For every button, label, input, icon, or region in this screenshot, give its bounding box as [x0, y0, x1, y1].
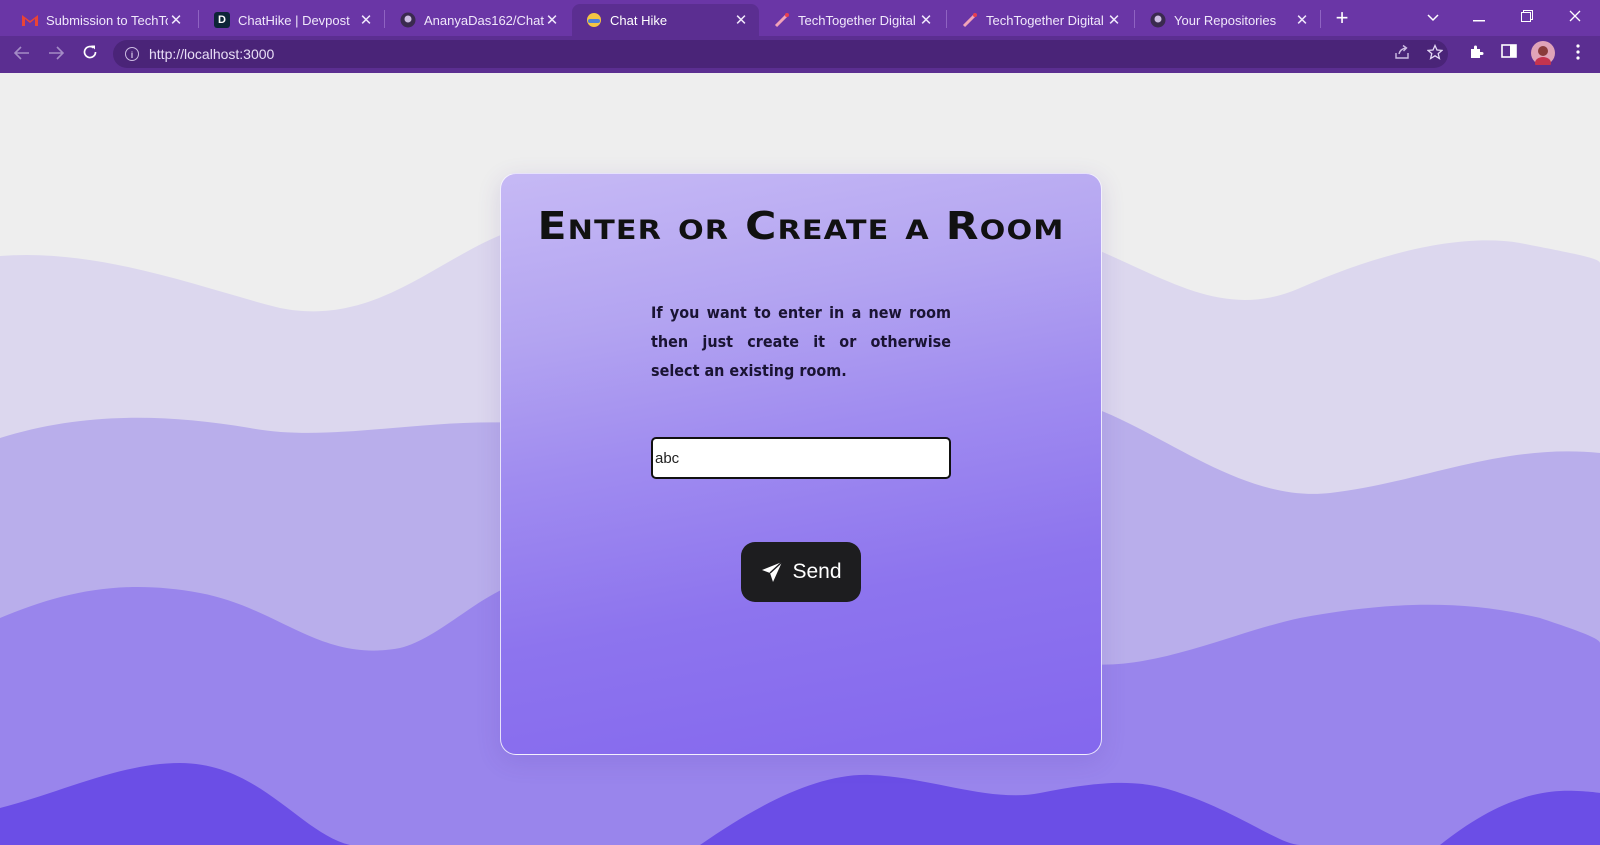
devpost-icon: D — [214, 12, 230, 28]
tab-title: TechTogether Digital | — [798, 12, 918, 28]
bookmark-star-icon[interactable] — [1425, 43, 1445, 64]
room-instructions: If you want to enter in a new room then … — [651, 303, 951, 380]
tab-divider — [1134, 10, 1135, 28]
tab-github-repo[interactable]: AnanyaDas162/ChatH ✕ — [386, 4, 570, 36]
tab-devpost[interactable]: D ChatHike | Devpost ✕ — [200, 4, 384, 36]
close-icon[interactable]: ✕ — [544, 11, 560, 29]
side-panel-icon[interactable] — [1499, 44, 1519, 64]
techtogether-icon — [962, 12, 978, 28]
page-title: Enter or Create a Room — [537, 204, 1065, 248]
back-arrow-icon[interactable] — [8, 40, 36, 68]
github-icon — [1150, 12, 1166, 28]
tab-gmail[interactable]: Submission to TechTo ✕ — [8, 4, 194, 36]
techtogether-icon — [774, 12, 790, 28]
send-label: Send — [792, 560, 842, 583]
close-icon[interactable]: ✕ — [358, 11, 374, 29]
tab-your-repositories[interactable]: Your Repositories ✕ — [1136, 4, 1320, 36]
url-text: http://localhost:3000 — [149, 46, 275, 62]
tab-techtogether-2[interactable]: TechTogether Digital | ✕ — [948, 4, 1132, 36]
address-bar[interactable]: i http://localhost:3000 — [113, 40, 1448, 68]
github-icon — [400, 12, 416, 28]
close-icon[interactable]: ✕ — [1106, 11, 1122, 29]
close-icon[interactable]: ✕ — [918, 11, 934, 29]
send-icon — [762, 561, 783, 582]
chat-hike-icon — [586, 12, 602, 28]
browser-chrome: Submission to TechTo ✕ D ChatHike | Devp… — [0, 0, 1600, 73]
gmail-icon — [22, 12, 38, 28]
tab-chat-hike[interactable]: Chat Hike ✕ — [572, 4, 759, 36]
profile-avatar[interactable] — [1531, 41, 1555, 69]
tab-divider — [384, 10, 385, 28]
close-icon[interactable]: ✕ — [733, 11, 749, 29]
minimize-icon[interactable] — [1456, 2, 1502, 32]
share-icon[interactable] — [1392, 44, 1412, 64]
tab-divider — [198, 10, 199, 28]
tab-techtogether-1[interactable]: TechTogether Digital | ✕ — [760, 4, 944, 36]
tab-title: AnanyaDas162/ChatH — [424, 12, 544, 28]
tab-title: Submission to TechTo — [46, 12, 168, 28]
forward-arrow-icon[interactable] — [42, 40, 70, 68]
room-card: Enter or Create a Room If you want to en… — [500, 173, 1102, 755]
close-icon[interactable]: ✕ — [1294, 11, 1310, 29]
close-window-icon[interactable] — [1552, 2, 1598, 32]
page-viewport: Enter or Create a Room If you want to en… — [0, 73, 1600, 845]
reload-icon[interactable] — [76, 40, 104, 68]
new-tab-button[interactable]: + — [1328, 4, 1356, 32]
tab-title: Chat Hike — [610, 12, 668, 28]
restore-icon[interactable] — [1504, 2, 1550, 32]
more-menu-icon[interactable] — [1568, 44, 1588, 64]
close-icon[interactable]: ✕ — [168, 11, 184, 29]
browser-toolbar: i http://localhost:3000 — [0, 36, 1600, 73]
tab-divider — [946, 10, 947, 28]
tab-title: TechTogether Digital | — [986, 12, 1106, 28]
room-name-input[interactable] — [651, 437, 951, 479]
tab-search-chevron-icon[interactable] — [1410, 2, 1456, 32]
site-info-icon[interactable]: i — [125, 47, 139, 61]
tab-title: Your Repositories — [1174, 12, 1277, 28]
tab-strip: Submission to TechTo ✕ D ChatHike | Devp… — [0, 0, 1600, 36]
tab-title: ChatHike | Devpost — [238, 12, 350, 28]
extensions-icon[interactable] — [1466, 44, 1486, 64]
send-button[interactable]: Send — [741, 542, 861, 602]
tab-divider — [1320, 10, 1321, 28]
